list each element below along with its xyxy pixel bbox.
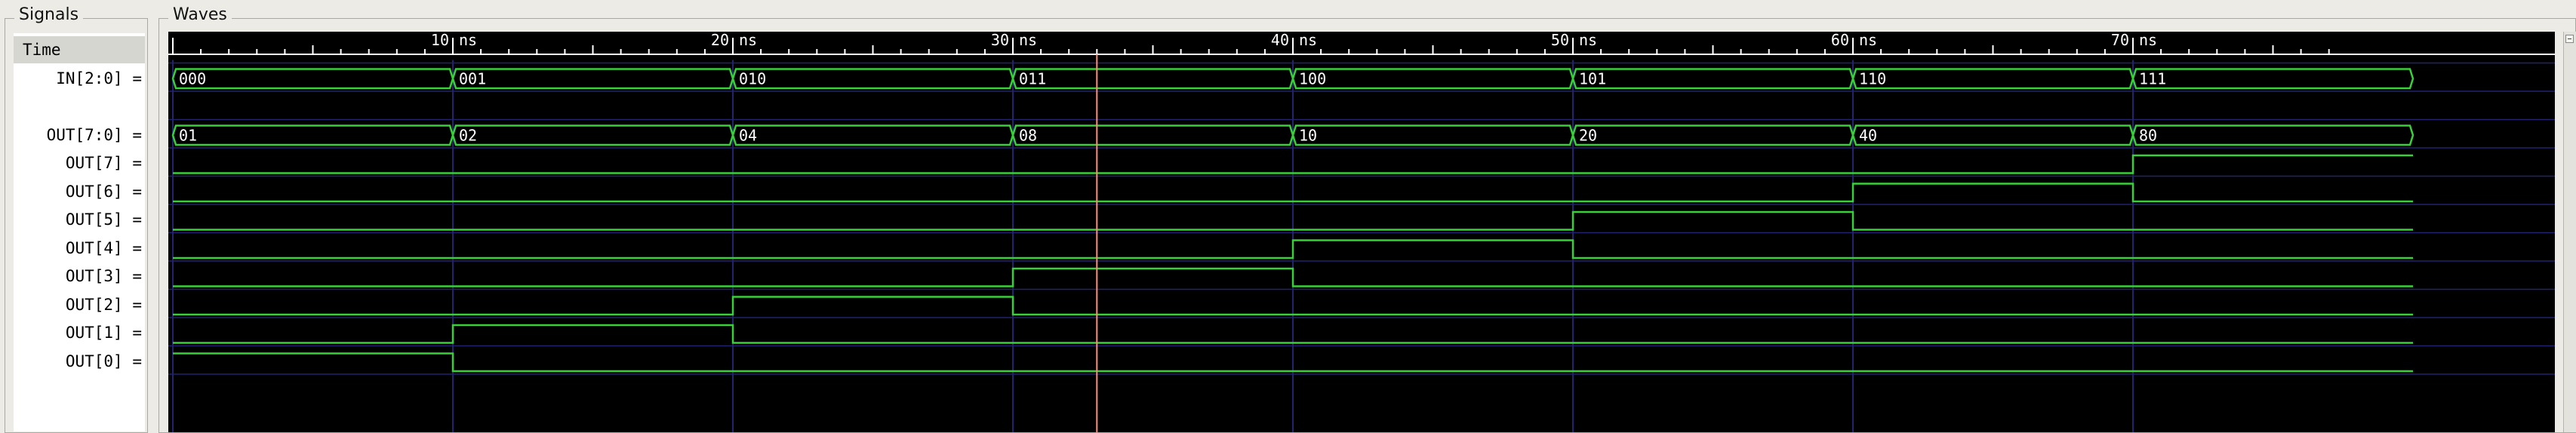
- bus-segment: [731, 124, 1014, 146]
- bus-value: 20: [1579, 126, 1597, 144]
- ruler-unit: ns: [1019, 32, 1037, 49]
- bus-value: 02: [459, 126, 477, 144]
- bus-segment: [1011, 68, 1294, 90]
- bus-value: 10: [1299, 126, 1317, 144]
- ruler-label: 30: [991, 32, 1009, 49]
- signal-list: Time IN[2:0] = OUT[7:0] = OUT[7] = OUT[6] = O…: [14, 33, 145, 431]
- signal-name-out-6[interactable]: OUT[6] =: [14, 178, 145, 205]
- ruler-unit: ns: [2139, 32, 2157, 49]
- bus-segment: [1851, 124, 2134, 146]
- bus-segment: [171, 124, 454, 146]
- bus-value: 100: [1299, 69, 1326, 88]
- ruler-label: 60: [1831, 32, 1849, 49]
- bus-segment: [731, 68, 1014, 90]
- time-row-header[interactable]: Time: [14, 36, 145, 63]
- ruler-label: 40: [1271, 32, 1289, 49]
- waves-panel-title: Waves: [168, 5, 232, 24]
- ruler-unit: ns: [1299, 32, 1317, 49]
- signal-name-out-7-0[interactable]: OUT[7:0] =: [14, 121, 145, 149]
- bus-value: 010: [739, 69, 766, 88]
- ruler-unit: ns: [739, 32, 757, 49]
- ruler-unit: ns: [459, 32, 477, 49]
- signal-name-out-3[interactable]: OUT[3] =: [14, 263, 145, 290]
- blank-row: [14, 93, 145, 120]
- bus-segment: [451, 68, 734, 90]
- signal-name-out-5[interactable]: OUT[5] =: [14, 206, 145, 233]
- bus-segment: [451, 124, 734, 146]
- bus-value: 101: [1579, 69, 1606, 88]
- ruler-label: 70: [2111, 32, 2129, 49]
- bus-segment: [1011, 124, 1294, 146]
- bus-segment: [1291, 124, 1574, 146]
- signal-name-out-7[interactable]: OUT[7] =: [14, 149, 145, 177]
- ruler-unit: ns: [1579, 32, 1597, 49]
- bit-waveform: [173, 239, 2413, 259]
- vertical-scrollbar[interactable]: [2563, 32, 2576, 432]
- signal-name-in-2-0[interactable]: IN[2:0] =: [14, 65, 145, 92]
- bus-value: 011: [1019, 69, 1046, 88]
- bus-value: 001: [459, 69, 486, 88]
- waveform-canvas[interactable]: 010ns20ns30ns40ns50ns60ns70ns00000101001…: [168, 32, 2555, 432]
- signal-name-out-4[interactable]: OUT[4] =: [14, 235, 145, 262]
- scroll-up-arrow-icon[interactable]: [2565, 35, 2574, 43]
- ruler-label: 50: [1551, 32, 1569, 49]
- bus-segment: [1851, 68, 2134, 90]
- ruler-label: 10: [431, 32, 449, 49]
- bus-segment: [2131, 124, 2414, 146]
- bus-value: 110: [1859, 69, 1886, 88]
- waveform-viewer[interactable]: 010ns20ns30ns40ns50ns60ns70ns00000101001…: [168, 32, 2555, 432]
- ruler-unit: ns: [1859, 32, 1877, 49]
- signals-panel-title: Signals: [14, 5, 84, 24]
- bus-value: 111: [2139, 69, 2166, 88]
- bus-segment: [171, 68, 454, 90]
- bus-value: 01: [179, 126, 197, 144]
- ruler-label: 0: [168, 32, 169, 49]
- bit-waveform: [173, 267, 2413, 287]
- bus-segment: [1571, 68, 1854, 90]
- signal-name-out-2[interactable]: OUT[2] =: [14, 291, 145, 318]
- bus-segment: [1571, 124, 1854, 146]
- signal-name-out-0[interactable]: OUT[0] =: [14, 348, 145, 375]
- bus-value: 40: [1859, 126, 1877, 144]
- bus-segment: [1291, 68, 1574, 90]
- ruler-label: 20: [711, 32, 729, 49]
- signal-name-out-1[interactable]: OUT[1] =: [14, 319, 145, 346]
- bus-value: 08: [1019, 126, 1037, 144]
- bus-value: 000: [179, 69, 206, 88]
- bus-value: 04: [739, 126, 757, 144]
- bus-value: 80: [2139, 126, 2157, 144]
- bus-segment: [2131, 68, 2414, 90]
